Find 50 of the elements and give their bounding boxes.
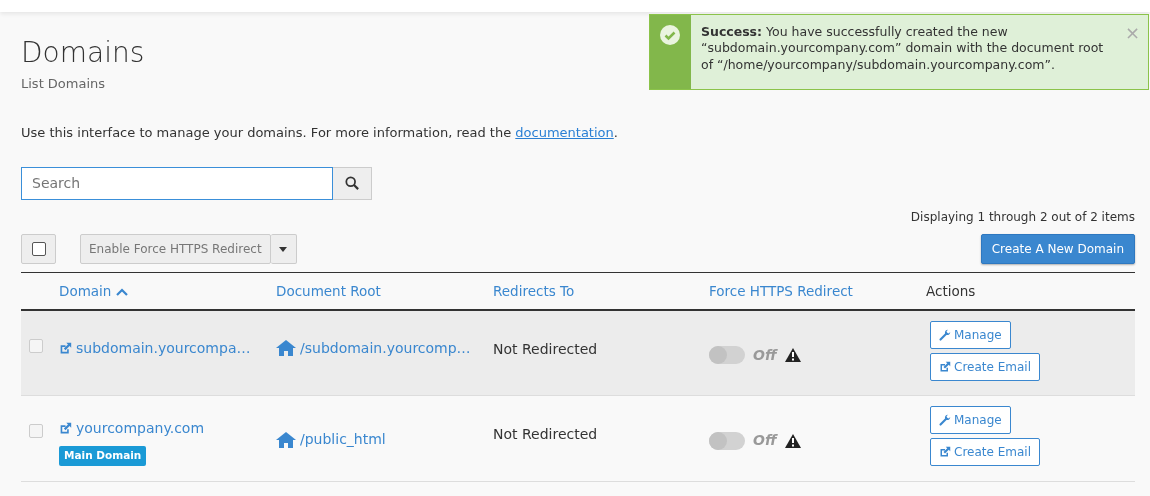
description-text: Use this interface to manage your domains. For more information, read the documentation. [21,124,619,143]
wrench-icon [939,328,951,341]
select-all-button[interactable] [21,233,56,264]
row-checkbox[interactable] [29,338,43,353]
external-link-icon [939,360,951,373]
warning-icon [784,348,801,363]
search-button[interactable] [333,166,372,200]
documentation-link[interactable]: documentation [515,125,614,141]
manage-button[interactable]: Manage [930,406,1011,435]
page-title: Domains [21,36,145,70]
select-all-checkbox[interactable] [31,241,46,256]
check-circle-icon [660,25,681,45]
dropdown-toggle[interactable] [270,233,297,264]
wrench-icon [939,414,951,427]
close-button[interactable]: × [1120,23,1144,43]
search-icon [345,176,359,191]
external-link-icon [939,446,951,459]
home-icon [276,340,296,357]
row-checkbox[interactable] [29,424,43,439]
create-email-button[interactable]: Create Email [930,352,1040,381]
document-root-link[interactable]: /subdomain.yourcomp… [276,337,471,359]
page-subtitle: List Domains [21,74,106,93]
manage-button[interactable]: Manage [930,320,1011,349]
sort-ascending-icon [115,287,128,296]
redirect-status: Not Redirected [493,340,598,357]
bulk-action-button[interactable]: Enable Force HTTPS Redirect [80,233,271,264]
caret-icon [279,246,288,252]
home-icon [276,431,296,448]
toggle-label: Off [753,431,777,451]
main-domain-tag: Main Domain [59,445,147,466]
create-email-button[interactable]: Create Email [930,438,1040,467]
https-toggle[interactable] [709,431,745,450]
https-toggle[interactable] [709,346,745,365]
domain-link[interactable]: subdomain.yourcompa… [59,337,251,359]
column-header[interactable]: Redirects To [493,282,575,299]
domain-link[interactable]: yourcompany.com [59,418,205,440]
paging-info: Displaying 1 through 2 out of 2 items [909,208,1135,226]
create-domain-button[interactable]: Create A New Domain [980,233,1135,264]
column-header[interactable]: Domain [59,282,128,299]
warning-icon [784,433,801,448]
column-header[interactable]: Document Root [276,282,381,299]
search-field[interactable]: Search [21,166,333,200]
external-link-icon [59,422,72,436]
column-header[interactable]: Force HTTPS Redirect [709,282,853,299]
column-header[interactable]: Actions [926,282,976,299]
document-root-link[interactable]: /public_html [276,429,386,451]
alert-message: Success: You have successfully created the new “subdomain.yourcompany.com” domain with the document root of “/home/yourcompany/subdomain.yourcompany.com”. [700,23,1105,74]
toggle-label: Off [753,345,777,365]
external-link-icon [59,341,72,355]
redirect-status: Not Redirected [493,426,598,443]
